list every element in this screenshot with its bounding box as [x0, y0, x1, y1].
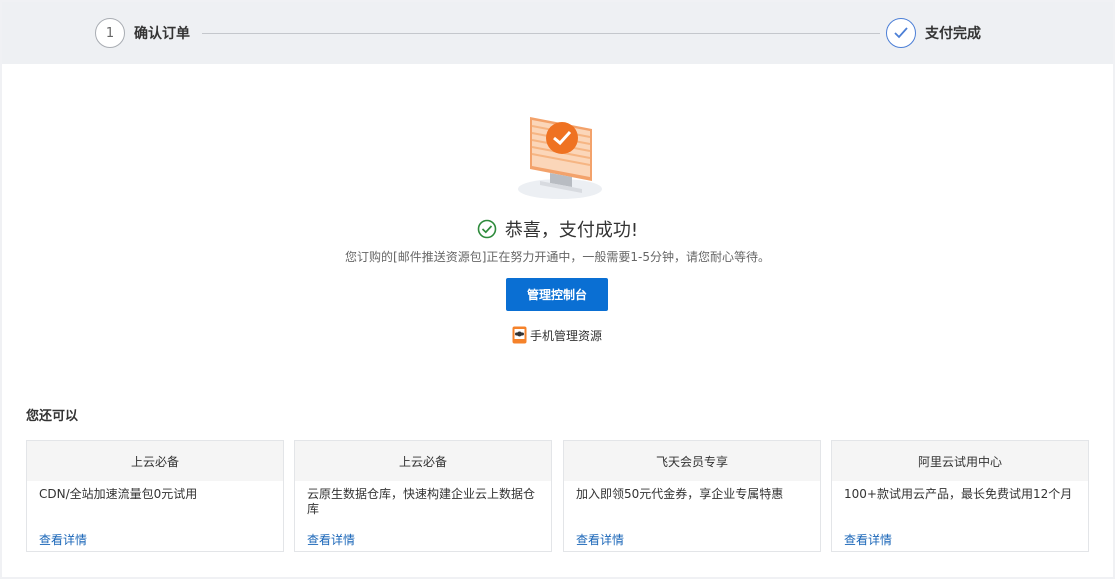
card-body: 100+款试用云产品，最长免费试用12个月: [844, 487, 1073, 501]
mobile-link-label: 手机管理资源: [530, 328, 603, 343]
view-details-link[interactable]: 查看详情: [307, 531, 355, 548]
mobile-manage-link[interactable]: 手机管理资源: [512, 326, 602, 344]
card-header: 阿里云试用中心: [832, 441, 1088, 481]
recommendation-cards: 上云必备 CDN/全站加速流量包0元试用 查看详情 上云必备 云原生数据仓库，快…: [26, 440, 1089, 552]
recommendation-card: 阿里云试用中心 100+款试用云产品，最长免费试用12个月 查看详情: [831, 440, 1089, 552]
success-heading: 恭喜，支付成功!: [2, 216, 1113, 242]
card-header: 上云必备: [27, 441, 283, 481]
step-number: 1: [95, 18, 125, 48]
card-header: 上云必备: [295, 441, 551, 481]
card-header: 飞天会员专享: [564, 441, 820, 481]
view-details-link[interactable]: 查看详情: [844, 531, 892, 548]
check-circle-icon: [477, 219, 497, 239]
card-body: CDN/全站加速流量包0元试用: [39, 487, 198, 501]
view-details-link[interactable]: 查看详情: [39, 531, 87, 548]
check-icon: [886, 18, 916, 48]
card-body: 加入即领50元代金券，享企业专属特惠: [576, 487, 784, 501]
recommendation-card: 飞天会员专享 加入即领50元代金券，享企业专属特惠 查看详情: [563, 440, 821, 552]
recommendation-card: 上云必备 云原生数据仓库，快速构建企业云上数据仓库 查看详情: [294, 440, 552, 552]
progress-steps: 1 确认订单 支付完成: [2, 2, 1113, 64]
success-description: 您订购的[邮件推送资源包]正在努力开通中，一般需要1-5分钟，请您耐心等待。: [345, 250, 770, 264]
step-label: 支付完成: [925, 26, 981, 42]
monitor-check-illustration: [510, 111, 610, 203]
phone-icon: [512, 326, 527, 344]
recommendation-card: 上云必备 CDN/全站加速流量包0元试用 查看详情: [26, 440, 284, 552]
step-label: 确认订单: [134, 26, 190, 42]
management-console-button[interactable]: 管理控制台: [506, 278, 608, 311]
main-content: 恭喜，支付成功! 您订购的[邮件推送资源包]正在努力开通中，一般需要1-5分钟，…: [2, 64, 1113, 577]
step-connector: [202, 33, 880, 34]
card-body: 云原生数据仓库，快速构建企业云上数据仓库: [307, 487, 536, 516]
success-title-text: 恭喜，支付成功!: [504, 220, 639, 241]
step-confirm-order: 1 确认订单: [95, 18, 190, 48]
view-details-link[interactable]: 查看详情: [576, 531, 624, 548]
step-payment-complete: 支付完成: [886, 18, 981, 48]
section-title: 您还可以: [26, 409, 79, 424]
